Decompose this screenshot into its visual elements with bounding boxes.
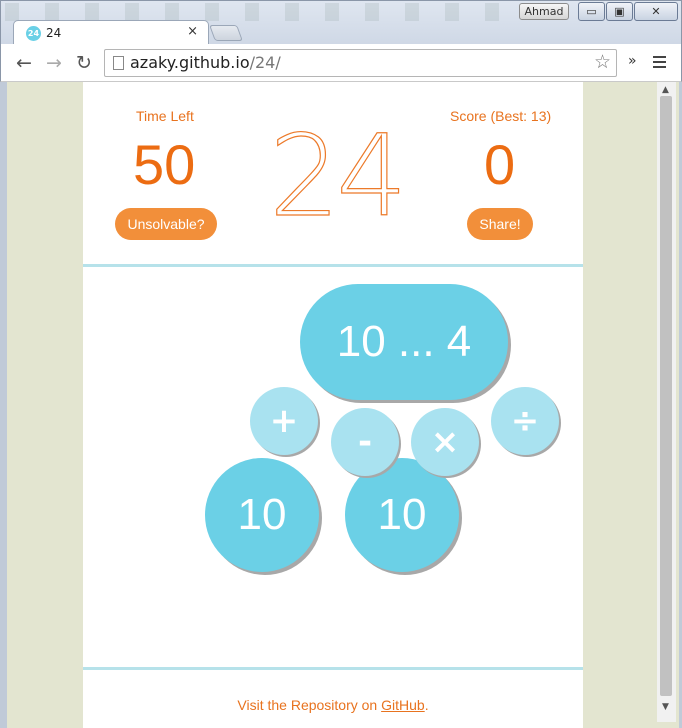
favicon-icon: 24 [26,26,41,41]
browser-toolbar: ← → ↻ azaky.github.io/24/ ☆ » [0,44,682,82]
back-arrow-icon[interactable]: ← [16,52,32,74]
times-operator-button[interactable]: × [411,408,479,476]
share-button[interactable]: Share! [467,208,533,240]
minus-operator-button[interactable]: - [331,408,399,476]
blurred-taskbar-icons [5,3,505,21]
url-text[interactable]: azaky.github.io/24/ [130,53,281,72]
page-icon [113,56,124,70]
minimize-button[interactable]: ▭ [578,2,605,21]
score-label: Score (Best: 13) [450,108,552,124]
extensions-overflow-icon[interactable]: » [628,53,637,69]
number-ball[interactable]: 10 [205,458,319,572]
maximize-button[interactable]: ▣ [606,2,633,21]
time-left-value: 50 [133,133,196,196]
user-badge: Ahmad [519,3,569,20]
tab-title: 24 [46,26,62,40]
vertical-scrollbar[interactable]: ▲ ▼ [657,82,676,722]
goal-number: 24 [268,111,408,242]
plus-operator-button[interactable]: + [250,387,318,455]
menu-icon[interactable] [653,56,666,71]
close-window-button[interactable]: ✕ [634,2,678,21]
game-container: Time Left 50 24 Score (Best: 13) 0 Unsol… [83,82,583,728]
browser-tab[interactable]: 24 24 × [13,20,209,45]
combined-number-ball[interactable]: 10 ... 4 [300,284,508,400]
unsolvable-button[interactable]: Unsolvable? [115,208,217,240]
reload-icon[interactable]: ↻ [76,52,92,74]
forward-arrow-icon[interactable]: → [46,52,62,74]
score-value: 0 [484,133,516,196]
scrollbar-thumb[interactable] [660,96,672,696]
divide-operator-button[interactable]: ÷ [491,387,559,455]
address-bar[interactable]: azaky.github.io/24/ ☆ [104,49,617,77]
time-left-label: Time Left [136,108,194,124]
scroll-up-arrow-icon[interactable]: ▲ [662,85,669,95]
footer-text: Visit the Repository on GitHub. [237,697,429,713]
github-link[interactable]: GitHub [381,697,425,713]
new-tab-button[interactable] [209,25,243,41]
bottom-divider [83,667,583,670]
top-divider [83,264,583,267]
bookmark-star-icon[interactable]: ☆ [594,51,611,73]
tab-close-icon[interactable]: × [187,24,198,39]
scroll-down-arrow-icon[interactable]: ▼ [662,702,669,712]
